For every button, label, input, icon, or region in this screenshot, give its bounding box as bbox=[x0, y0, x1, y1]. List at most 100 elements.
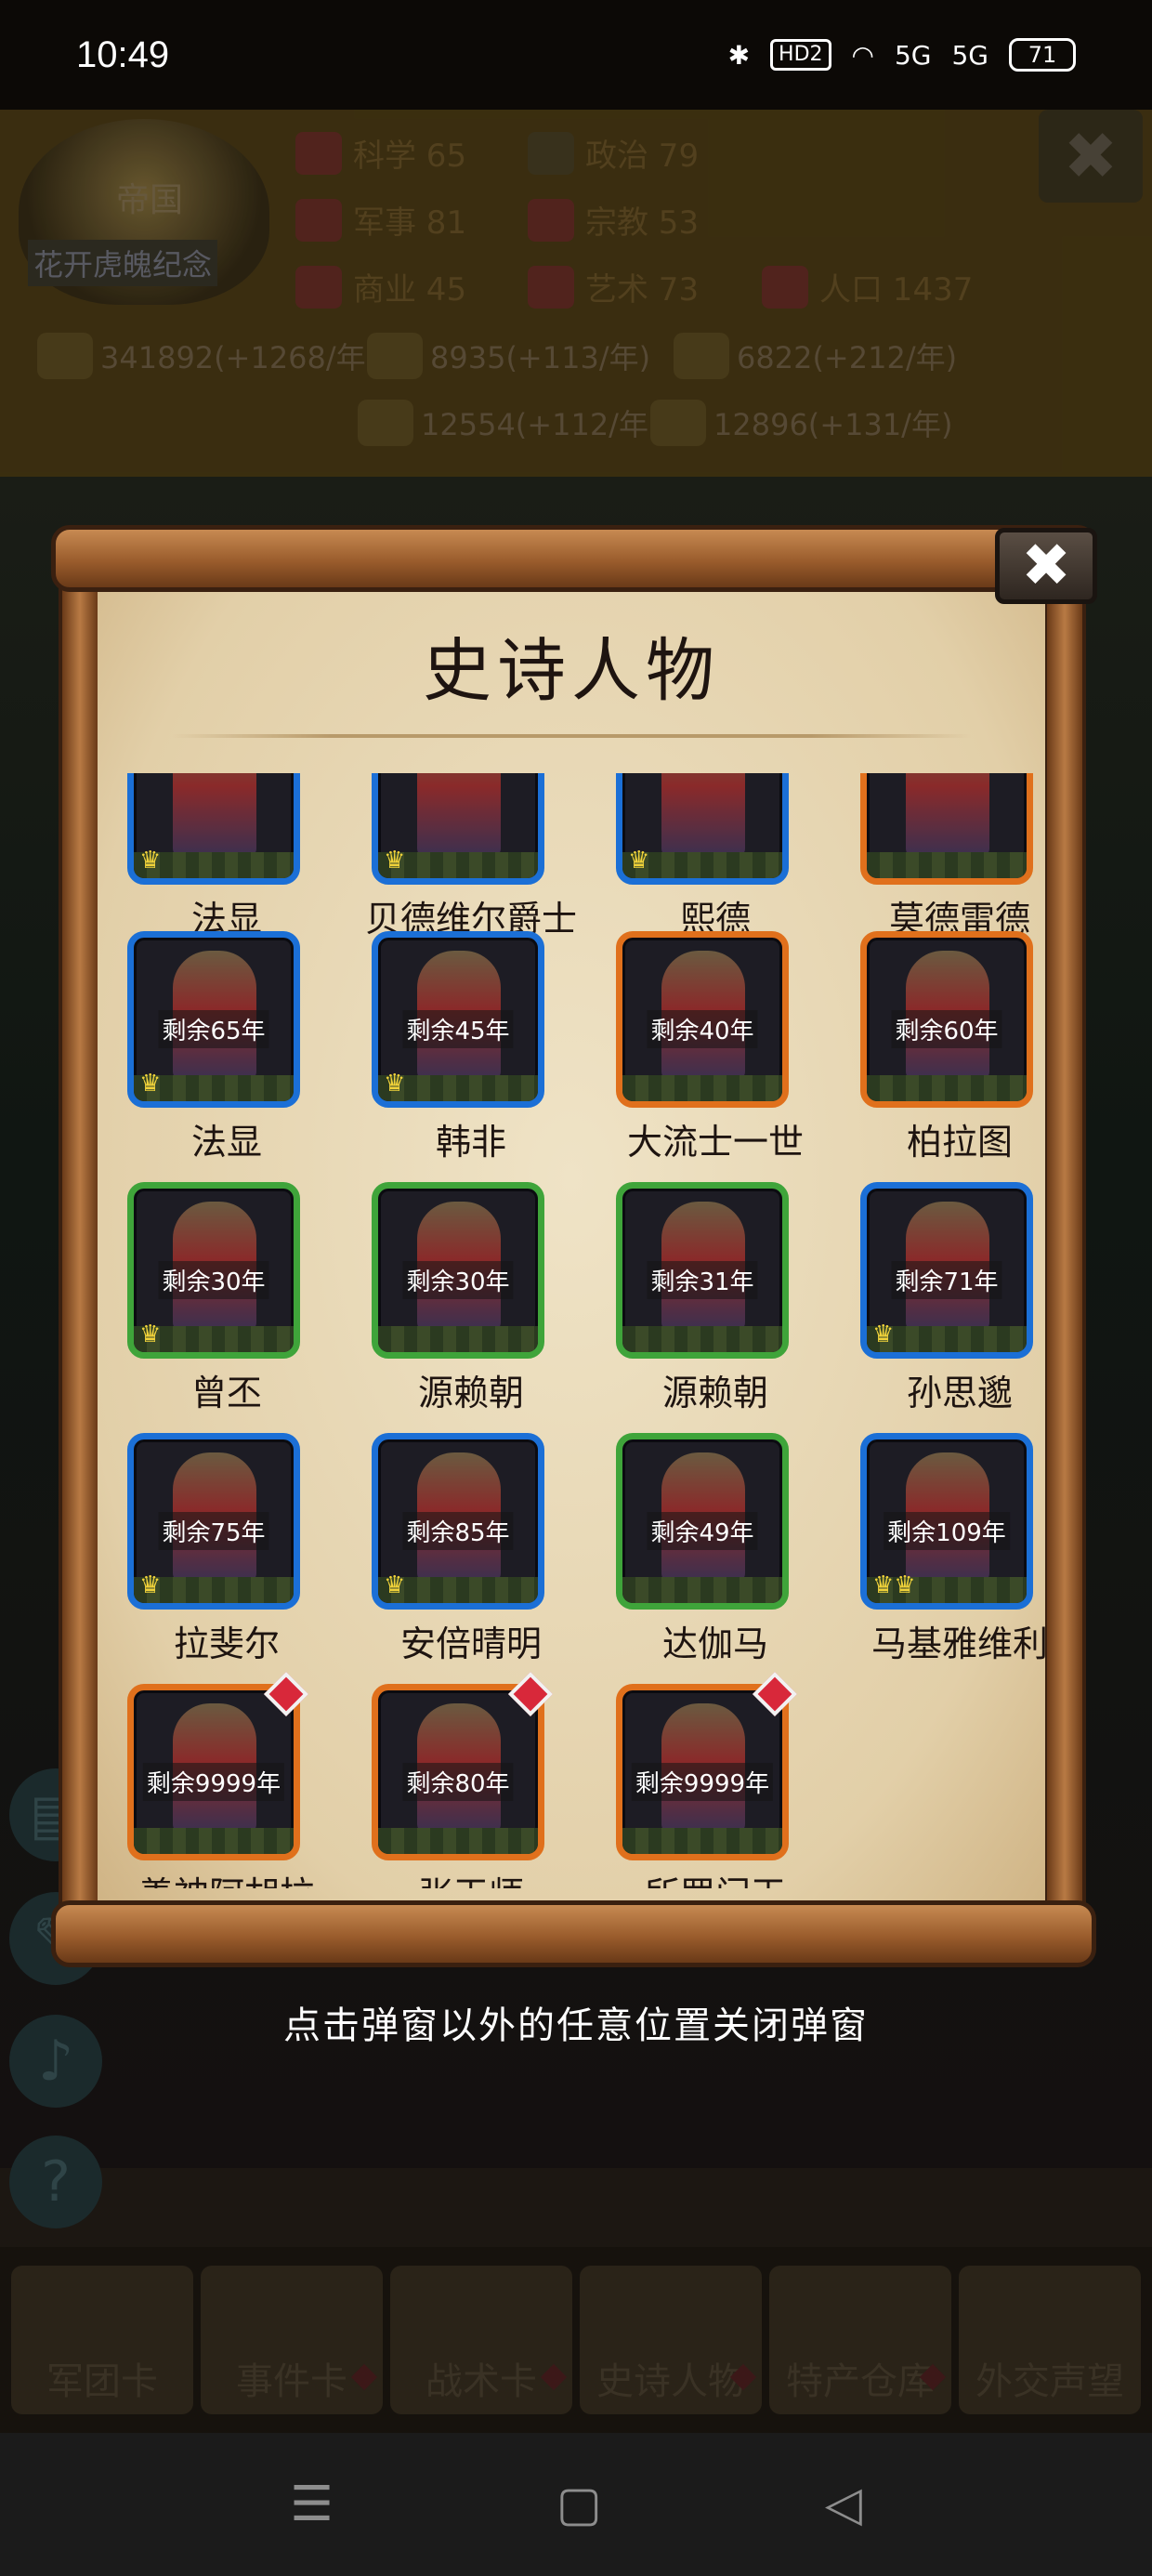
menu-icon[interactable]: ☰ bbox=[290, 2477, 334, 2532]
figure-card[interactable]: 剩余40年 大流士一世 bbox=[594, 931, 837, 1182]
background-close-button[interactable]: ✖ bbox=[1039, 110, 1143, 203]
resource-iron: 6822(+212/年) bbox=[674, 333, 957, 379]
crown-icon: ♛ bbox=[139, 847, 162, 874]
scroll-side-right bbox=[1043, 548, 1086, 1924]
figure-name: 马基雅维利 bbox=[871, 1623, 1045, 1664]
title-divider bbox=[172, 734, 971, 738]
figure-card[interactable]: ♛ 剩余71年孙思邈 bbox=[838, 1182, 1045, 1433]
scroll-rod-top bbox=[51, 525, 1096, 592]
figure-card[interactable]: 剩余60年柏拉图 bbox=[838, 931, 1045, 1182]
stat-politics: 政治 79 bbox=[528, 130, 699, 176]
wood-icon bbox=[367, 333, 423, 379]
population-icon bbox=[762, 265, 808, 309]
crown-icon: ♛ bbox=[384, 1070, 406, 1097]
portrait-frame: ♛ 剩余65年 bbox=[127, 931, 300, 1108]
portrait-frame: ♛ 剩余45年 bbox=[372, 931, 544, 1108]
tab-tactic-cards[interactable]: 战术卡 bbox=[390, 2266, 572, 2414]
empire-panel: 帝国 花开虎魄纪念 科学 65 政治 79 军事 81 宗教 53 商业 45 … bbox=[0, 110, 1152, 477]
figure-name: 源赖朝 bbox=[417, 1373, 524, 1413]
figure-name: 张天师 bbox=[349, 1866, 593, 1888]
figure-card[interactable]: ♛ 剩余75年拉斐尔 bbox=[105, 1433, 348, 1684]
portrait-frame: ♛ bbox=[372, 773, 544, 885]
tab-diplomacy-reputation[interactable]: 外交声望 bbox=[959, 2266, 1141, 2414]
home-icon[interactable]: ▢ bbox=[556, 2477, 602, 2532]
stat-religion: 宗教 53 bbox=[528, 197, 699, 243]
figure-name: 善神阿胡拉 bbox=[105, 1866, 348, 1888]
figure-card[interactable]: ♛ 剩余30年 曾丕 bbox=[105, 1182, 348, 1433]
figure-card[interactable]: ♛♛ 剩余109年马基雅维利 bbox=[838, 1433, 1045, 1684]
figure-name: 安倍晴明 bbox=[399, 1623, 542, 1664]
figure-card[interactable]: 剩余80年张天师 bbox=[349, 1671, 593, 1888]
stat-population: 人口 1437 bbox=[762, 264, 973, 309]
tab-epic-figures[interactable]: 史诗人物 bbox=[580, 2266, 762, 2414]
figure-portrait bbox=[906, 773, 989, 858]
help-icon[interactable]: ? bbox=[9, 2136, 102, 2228]
clock: 10:49 bbox=[76, 33, 170, 75]
politics-icon bbox=[528, 131, 574, 175]
portrait-frame: ♛ bbox=[616, 773, 789, 885]
resource-wood: 8935(+113/年) bbox=[367, 333, 650, 379]
crown-icon: ♛ bbox=[384, 1571, 406, 1599]
remaining-years-label: 剩余71年 bbox=[891, 1261, 1002, 1299]
art-icon bbox=[528, 265, 574, 309]
portrait-grass bbox=[867, 852, 1027, 878]
signal-icon: 5G bbox=[894, 39, 932, 71]
portrait-frame: ♛♛ 剩余109年 bbox=[860, 1433, 1033, 1610]
portrait-grass bbox=[867, 1075, 1027, 1101]
tab-legion-cards[interactable]: 军团卡 bbox=[11, 2266, 193, 2414]
figure-portrait bbox=[173, 773, 256, 858]
portrait-frame: ♛ 剩余71年 bbox=[860, 1182, 1033, 1359]
dialog-parchment: 史诗人物 ♛ 法显 ♛ 贝德维尔爵士 ♛ 熙德 莫德雷德 ♛ 剩余65年 法显 ♛ 剩余45年 韩非 剩余… bbox=[98, 578, 1045, 1912]
scroll-rod-bottom bbox=[51, 1900, 1096, 1967]
commerce-icon bbox=[295, 265, 342, 309]
figure-name: 所罗门王 bbox=[594, 1866, 837, 1888]
empire-name: 花开虎魄纪念 bbox=[28, 240, 218, 286]
remaining-years-label: 剩余45年 bbox=[402, 1010, 514, 1048]
portrait-frame: 剩余60年 bbox=[860, 931, 1033, 1108]
stat-science: 科学 65 bbox=[295, 130, 466, 176]
dialog-title: 史诗人物 bbox=[423, 631, 720, 711]
remaining-years-label: 剩余65年 bbox=[158, 1010, 269, 1048]
figure-card[interactable]: 剩余9999年所罗门王 bbox=[594, 1671, 837, 1888]
tab-event-cards[interactable]: 事件卡 bbox=[201, 2266, 383, 2414]
remaining-years-label: 剩余30年 bbox=[402, 1261, 514, 1299]
figure-card[interactable]: 剩余30年源赖朝 bbox=[349, 1182, 593, 1433]
figure-name: 孙思邈 bbox=[906, 1373, 1013, 1413]
portrait-frame: 剩余31年 bbox=[616, 1182, 789, 1359]
gold-icon bbox=[37, 333, 93, 379]
scroll-side-left bbox=[59, 548, 101, 1924]
portrait-frame: ♛ 剩余85年 bbox=[372, 1433, 544, 1610]
figure-card[interactable]: 剩余31年 源赖朝 bbox=[594, 1182, 837, 1433]
portrait-frame: ♛ 剩余75年 bbox=[127, 1433, 300, 1610]
crown-icon: ♛ bbox=[872, 1321, 895, 1348]
remaining-years-label: 剩余60年 bbox=[891, 1010, 1002, 1048]
notification-dot bbox=[350, 2363, 378, 2391]
figure-name: 大流士一世 bbox=[626, 1122, 804, 1163]
portrait-frame: ♛ bbox=[127, 773, 300, 885]
wifi-icon: ◠ bbox=[851, 39, 874, 71]
crown-icon: ♛ bbox=[628, 847, 650, 874]
crown-icon: ♛♛ bbox=[872, 1571, 916, 1599]
hd-badge: HD2 bbox=[770, 39, 831, 71]
figure-grid[interactable]: ♛ 法显 ♛ 贝德维尔爵士 ♛ 熙德 莫德雷德 ♛ 剩余65年 法显 ♛ 剩余45年 韩非 剩余40年 大流… bbox=[98, 773, 1045, 1888]
crown-icon: ♛ bbox=[139, 1571, 162, 1599]
tab-specialty-warehouse[interactable]: 特产仓库 bbox=[769, 2266, 951, 2414]
remaining-years-label: 剩余80年 bbox=[402, 1763, 514, 1801]
remaining-years-label: 剩余109年 bbox=[884, 1512, 1010, 1550]
portrait-frame: 剩余30年 bbox=[372, 1182, 544, 1359]
figure-card[interactable]: 剩余9999年善神阿胡拉 bbox=[105, 1671, 348, 1888]
status-bar: 10:49 ✱ HD2 ◠ 5G 5G 71 bbox=[0, 0, 1152, 110]
figure-card[interactable]: ♛ 剩余65年 法显 bbox=[105, 931, 348, 1182]
figure-name: 拉斐尔 bbox=[173, 1623, 280, 1664]
status-icons: ✱ HD2 ◠ 5G 5G 71 bbox=[728, 38, 1076, 72]
dialog-close-button[interactable]: ✖ bbox=[995, 528, 1097, 604]
figure-card[interactable]: 剩余49年 达伽马 bbox=[594, 1433, 837, 1684]
back-icon[interactable]: ◁ bbox=[825, 2477, 862, 2532]
system-nav-bar: ☰ ▢ ◁ bbox=[0, 2433, 1152, 2576]
portrait-grass bbox=[622, 1326, 782, 1352]
figure-card[interactable]: ♛ 剩余45年 韩非 bbox=[349, 931, 593, 1182]
portrait-grass bbox=[622, 1075, 782, 1101]
figure-card[interactable]: ♛ 剩余85年安倍晴明 bbox=[349, 1433, 593, 1684]
figure-name: 柏拉图 bbox=[906, 1122, 1013, 1163]
stone-icon bbox=[358, 400, 413, 446]
